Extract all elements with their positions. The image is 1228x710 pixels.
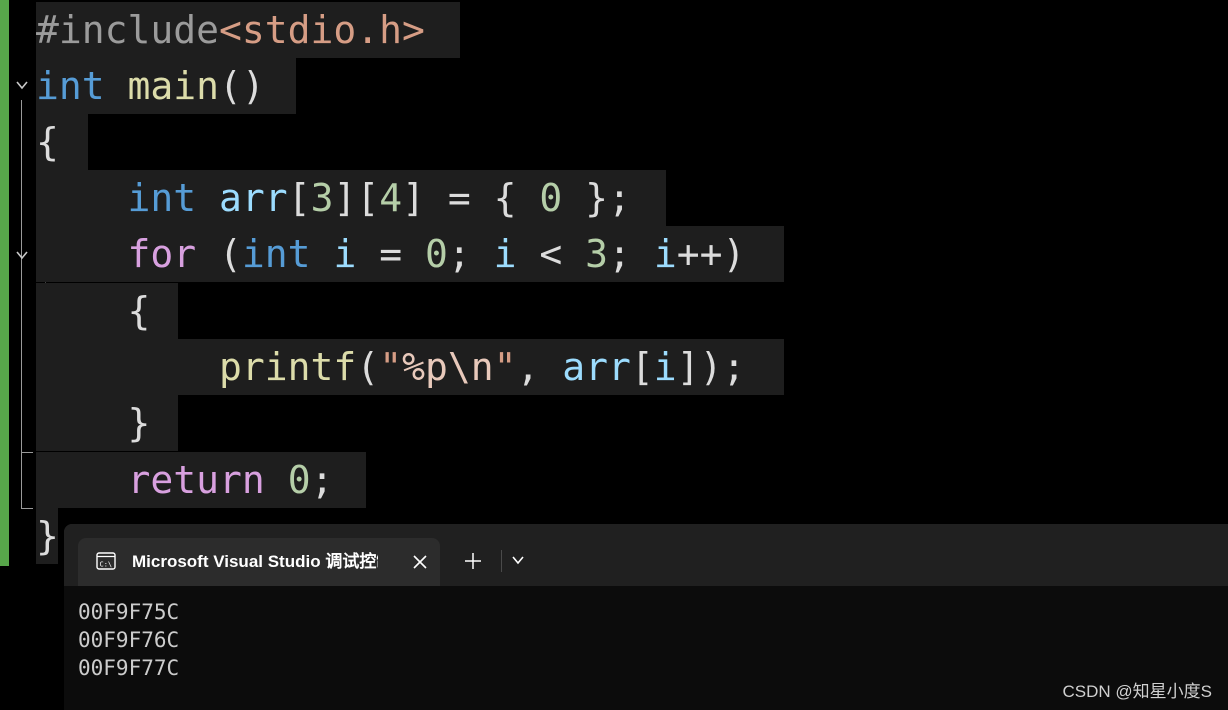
code-token: ] = { [402,176,540,220]
code-line: return 0; [36,452,366,508]
outline-end-tick [21,452,33,453]
code-line: } [36,395,178,451]
tab-separator [501,550,502,572]
code-token: main [127,64,220,108]
outline-end-tick [21,508,33,509]
code-token: 0 [287,458,311,502]
console-output[interactable]: 00F9F75C 00F9F76C 00F9F77C [64,586,1228,710]
code-token: } [36,514,59,558]
code-token: i [653,232,677,276]
code-line: #include<stdio.h> [36,2,460,58]
code-token: i [333,232,357,276]
code-token: 3 [310,176,334,220]
code-line: { [36,283,178,339]
code-token: int [127,176,197,220]
code-token: ; [608,232,654,276]
watermark: CSDN @知星小度S [1062,682,1213,701]
code-token: [ [287,176,311,220]
code-token: < [516,232,586,276]
code-token: <stdio.h> [219,8,425,52]
output-line: 00F9F76C [78,628,180,652]
chevron-down-icon[interactable] [15,248,29,262]
output-line: 00F9F75C [78,600,180,624]
code-token: ( [356,345,380,389]
code-token: " [493,345,517,389]
debug-console-window: C:\ Microsoft Visual Studio 调试控制台 00F9F7… [64,524,1228,710]
code-token: ; [447,232,494,276]
code-token: #include [36,8,220,52]
terminal-tab[interactable]: C:\ Microsoft Visual Studio 调试控制台 [78,538,440,586]
plus-icon[interactable] [462,550,484,572]
code-token: i [493,232,517,276]
tab-title: Microsoft Visual Studio 调试控制台 [132,552,378,571]
code-token: int [241,232,311,276]
code-token: { [36,120,59,164]
code-token: return [127,458,265,502]
code-token: printf [219,345,357,389]
code-token: i [653,345,677,389]
code-line: int main() [36,58,296,114]
code-token: }; [562,176,631,220]
code-line: for (int i = 0; i < 3; i++) [36,226,784,282]
chevron-down-icon[interactable] [15,78,29,92]
code-token: arr [562,345,631,389]
code-token: = [356,232,425,276]
code-token: () [219,64,265,108]
chevron-down-icon[interactable] [510,552,526,568]
code-token: ( [196,232,242,276]
output-line: 00F9F77C [78,656,180,680]
code-token: , [516,345,563,389]
code-token: 0 [539,176,563,220]
code-token: arr [219,176,288,220]
code-token: 3 [585,232,609,276]
code-token: [ [630,345,654,389]
code-token: 4 [379,176,403,220]
code-token: ][ [333,176,380,220]
code-line: } [36,508,59,564]
code-token: } [36,401,151,445]
code-token: ++) [676,232,746,276]
outline-line-main [21,100,22,508]
terminal-tab-bar: C:\ Microsoft Visual Studio 调试控制台 [64,524,1228,586]
code-token: 0 [424,232,448,276]
code-token: ]); [676,345,746,389]
code-token: %p\n [402,345,494,389]
code-token: int [36,64,105,108]
code-token: { [36,289,151,333]
close-icon[interactable] [412,554,428,570]
code-token: ; [310,458,334,502]
code-line: { [36,114,88,170]
code-token: " [379,345,403,389]
svg-text:C:\: C:\ [100,561,113,569]
code-token: for [127,232,197,276]
change-tracking-bar [0,0,9,566]
console-icon: C:\ [96,552,116,570]
code-line: int arr[3][4] = { 0 }; [36,170,666,226]
code-line: printf("%p\n", arr[i]); [36,339,784,395]
